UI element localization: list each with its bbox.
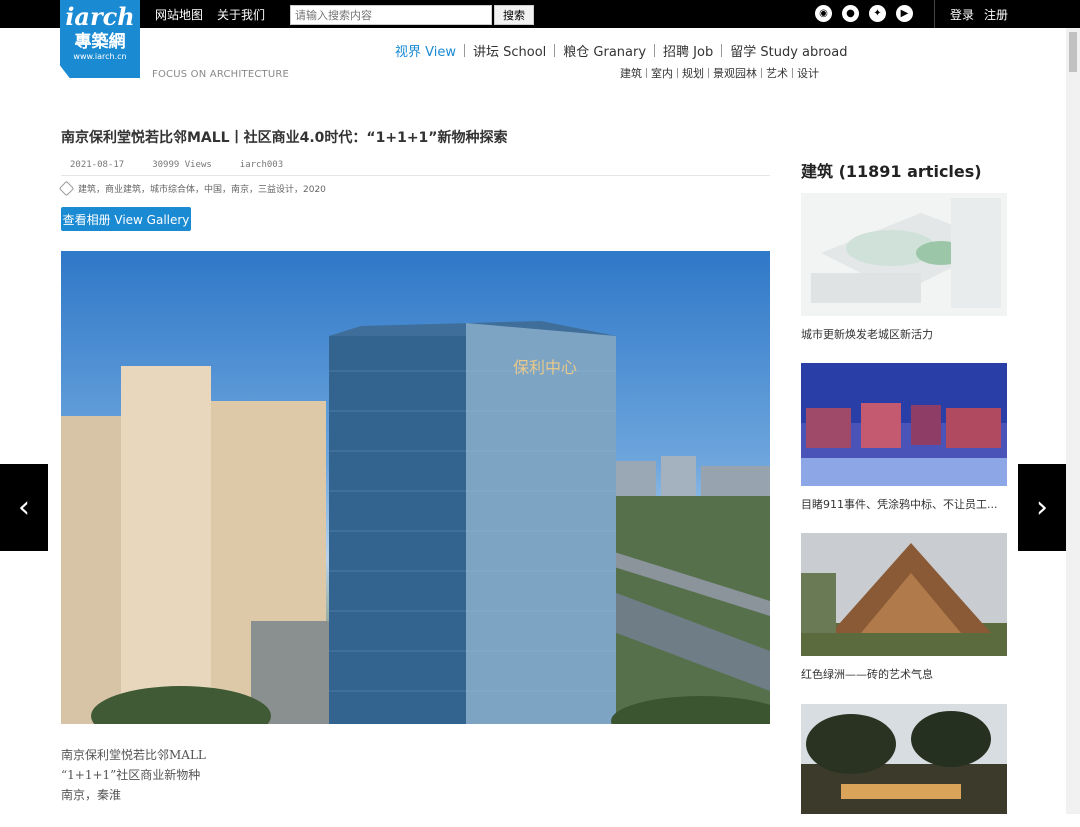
weibo-icon[interactable]: ◉ bbox=[815, 5, 832, 22]
top-links: 网站地图 关于我们 bbox=[155, 0, 265, 28]
auth-links: 登录 注册 bbox=[950, 0, 1008, 28]
about-link[interactable]: 关于我们 bbox=[217, 6, 265, 23]
subnav-design[interactable]: 设计 bbox=[793, 65, 823, 81]
sidebar-card[interactable]: 城市更新焕发老城区新活力 bbox=[801, 193, 1007, 342]
wechat-icon[interactable]: ● bbox=[842, 5, 859, 22]
login-link[interactable]: 登录 bbox=[950, 6, 974, 23]
aperture-icon[interactable]: ✦ bbox=[869, 5, 886, 22]
sidebar-card[interactable] bbox=[801, 704, 1007, 827]
logo-url: www.iarch.cn bbox=[73, 52, 127, 61]
caption-line: 南京，秦淮 bbox=[61, 788, 122, 802]
next-arrow-button[interactable]: › bbox=[1018, 464, 1066, 551]
nav-view[interactable]: 视界 View bbox=[395, 41, 464, 60]
article-caption: 南京保利堂悦若比邻MALL “1+1+1”社区商业新物种 南京，秦淮 bbox=[61, 745, 206, 805]
article-views: 30999 Views bbox=[152, 160, 212, 170]
caption-line: 南京保利堂悦若比邻MALL bbox=[61, 748, 206, 762]
subnav-art[interactable]: 艺术 bbox=[762, 65, 792, 81]
hero-image[interactable]: 保利中心 bbox=[61, 251, 770, 724]
scrollbar[interactable] bbox=[1066, 28, 1080, 814]
play-icon[interactable]: ▶ bbox=[896, 5, 913, 22]
nav-school[interactable]: 讲坛 School bbox=[465, 41, 554, 60]
top-bar: 网站地图 关于我们 搜索 ◉ ● ✦ ▶ 登录 注册 bbox=[0, 0, 1080, 28]
card-caption[interactable]: 城市更新焕发老城区新活力 bbox=[801, 326, 1007, 342]
divider bbox=[61, 175, 770, 176]
article-meta: 2021-08-17 30999 Views iarch003 bbox=[70, 160, 311, 170]
search-input[interactable] bbox=[290, 5, 492, 25]
sub-nav: 建筑 室内 规划 景观园林 艺术 设计 bbox=[620, 65, 823, 81]
caption-line: “1+1+1”社区商业新物种 bbox=[61, 768, 201, 782]
sidebar-card[interactable]: 目睹911事件、凭涂鸦中标、不让员工... bbox=[801, 363, 1007, 512]
card-thumbnail[interactable] bbox=[801, 193, 1007, 316]
tag-list[interactable]: 建筑，商业建筑，城市综合体，中国，南京，三益设计，2020 bbox=[78, 182, 326, 195]
article-author[interactable]: iarch003 bbox=[240, 160, 283, 170]
tag-icon bbox=[58, 180, 75, 197]
article-date: 2021-08-17 bbox=[70, 160, 125, 170]
card-thumbnail[interactable] bbox=[801, 363, 1007, 486]
article-tags: 建筑，商业建筑，城市综合体，中国，南京，三益设计，2020 bbox=[58, 180, 326, 197]
prev-arrow-button[interactable]: ‹ bbox=[0, 464, 48, 551]
nav-job[interactable]: 招聘 Job bbox=[655, 41, 721, 60]
subnav-landscape[interactable]: 景观园林 bbox=[709, 65, 761, 81]
building-photo: 保利中心 bbox=[61, 321, 770, 724]
card-caption[interactable]: 红色绿洲——砖的艺术气息 bbox=[801, 666, 1007, 682]
sitemap-link[interactable]: 网站地图 bbox=[155, 6, 203, 23]
site-logo[interactable]: iarch 專築網 www.iarch.cn bbox=[60, 0, 140, 78]
search-button[interactable]: 搜索 bbox=[494, 5, 534, 25]
article-title: 南京保利堂悦若比邻MALL丨社区商业4.0时代：“1+1+1”新物种探索 bbox=[61, 130, 508, 146]
nav-study-abroad[interactable]: 留学 Study abroad bbox=[722, 41, 855, 60]
register-link[interactable]: 注册 bbox=[984, 6, 1008, 23]
divider bbox=[934, 0, 935, 28]
card-thumbnail[interactable] bbox=[801, 533, 1007, 656]
tagline: FOCUS ON ARCHITECTURE bbox=[152, 69, 290, 80]
subnav-interior[interactable]: 室内 bbox=[647, 65, 677, 81]
social-links: ◉ ● ✦ ▶ bbox=[815, 5, 913, 22]
sidebar-heading[interactable]: 建筑 (11891 articles) bbox=[801, 158, 982, 182]
card-caption[interactable]: 目睹911事件、凭涂鸦中标、不让员工... bbox=[801, 496, 1007, 512]
subnav-architecture[interactable]: 建筑 bbox=[620, 65, 646, 81]
main-nav: 视界 View 讲坛 School 粮仓 Granary 招聘 Job 留学 S… bbox=[395, 41, 855, 60]
sidebar-card[interactable]: 红色绿洲——砖的艺术气息 bbox=[801, 533, 1007, 682]
svg-text:保利中心: 保利中心 bbox=[513, 358, 577, 377]
subnav-planning[interactable]: 规划 bbox=[678, 65, 708, 81]
card-thumbnail[interactable] bbox=[801, 704, 1007, 827]
view-gallery-button[interactable]: 查看相册 View Gallery bbox=[61, 207, 191, 231]
scrollbar-thumb[interactable] bbox=[1069, 32, 1077, 72]
nav-granary[interactable]: 粮仓 Granary bbox=[555, 41, 654, 60]
